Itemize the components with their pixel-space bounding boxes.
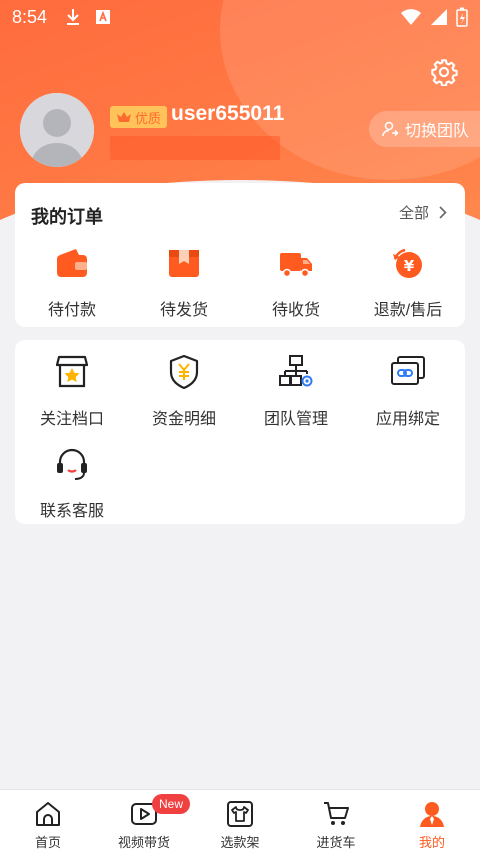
status-time: 8:54 xyxy=(12,6,48,27)
order-pending-payment-label: 待付款 xyxy=(47,302,96,319)
order-refund-aftersale[interactable]: ¥ 退款/售后 xyxy=(353,245,463,320)
app-notification-icon xyxy=(96,10,111,24)
wallet-icon xyxy=(57,249,87,277)
wifi-icon xyxy=(401,9,421,25)
tool-team-management[interactable]: 团队管理 xyxy=(241,354,351,429)
crown-icon xyxy=(117,112,131,122)
tab-mine[interactable]: 我的 xyxy=(384,790,480,853)
tab-selection-shelf-label: 选款架 xyxy=(220,835,260,850)
default-avatar-icon xyxy=(20,93,94,167)
tool-fund-details-label: 资金明细 xyxy=(151,411,216,428)
orders-title: 我的订单 xyxy=(31,207,103,227)
order-pending-shipment-label: 待发货 xyxy=(159,302,208,319)
tab-selection-shelf[interactable]: 选款架 xyxy=(192,790,288,853)
tool-app-binding[interactable]: 应用绑定 xyxy=(353,354,463,429)
tool-followed-stalls[interactable]: 关注档口 xyxy=(17,354,127,429)
signal-icon xyxy=(431,9,447,25)
switch-team-label: 切换团队 xyxy=(405,123,470,140)
tool-followed-stalls-label: 关注档口 xyxy=(39,411,104,428)
tool-team-management-label: 团队管理 xyxy=(263,411,328,428)
org-chart-icon xyxy=(279,355,313,387)
order-pending-shipment[interactable]: 待发货 xyxy=(129,245,239,320)
order-pending-receipt-label: 待收货 xyxy=(271,302,320,319)
store-star-icon xyxy=(55,355,89,388)
new-badge: New xyxy=(152,794,191,814)
tool-app-binding-label: 应用绑定 xyxy=(375,411,440,428)
tab-home[interactable]: 首页 xyxy=(0,790,96,853)
shield-yen-icon xyxy=(169,354,199,390)
link-icon xyxy=(391,356,425,385)
package-icon xyxy=(169,250,199,277)
tab-mine-label: 我的 xyxy=(418,835,445,850)
tool-customer-service[interactable]: 联系客服 xyxy=(17,446,127,521)
home-icon xyxy=(36,802,60,826)
status-bar: 8:54 xyxy=(0,0,480,34)
tab-home-label: 首页 xyxy=(34,835,61,850)
truck-icon xyxy=(280,253,312,278)
shirt-icon xyxy=(227,801,253,827)
tools-card: 关注档口 资金明细 团队管理 应用绑定 联系客服 xyxy=(15,340,465,524)
tab-video-selling[interactable]: 视频带货 New xyxy=(96,790,192,853)
order-pending-receipt[interactable]: 待收货 xyxy=(241,245,351,320)
order-pending-payment[interactable]: 待付款 xyxy=(17,245,127,320)
tab-video-selling-label: 视频带货 xyxy=(117,835,170,850)
tool-fund-details[interactable]: 资金明细 xyxy=(129,354,239,429)
redacted-info xyxy=(110,136,280,160)
svg-text:¥: ¥ xyxy=(404,257,415,275)
my-orders-card: 我的订单 全部 待付款 待发货 待收货 ¥ 退款/售后 xyxy=(15,183,465,327)
download-icon xyxy=(67,9,80,25)
cart-icon xyxy=(324,802,349,825)
tab-purchase-cart[interactable]: 进货车 xyxy=(288,790,384,853)
battery-icon xyxy=(456,7,468,27)
quality-badge: 优质 xyxy=(110,106,168,128)
tool-customer-service-label: 联系客服 xyxy=(39,503,104,520)
settings-gear-icon[interactable] xyxy=(430,58,458,86)
avatar[interactable] xyxy=(20,93,94,167)
orders-all-label: 全部 xyxy=(398,205,429,222)
user-icon xyxy=(420,802,444,827)
order-refund-aftersale-label: 退款/售后 xyxy=(373,302,443,319)
bottom-tab-bar: 首页 视频带货 New 选款架 进货车 我的 xyxy=(0,789,480,853)
quality-badge-label: 优质 xyxy=(135,110,162,126)
headset-icon xyxy=(57,448,87,480)
username: user655011 xyxy=(171,102,285,125)
refund-icon: ¥ xyxy=(393,248,422,278)
orders-all-link[interactable]: 全部 xyxy=(399,202,447,223)
user-switch-icon xyxy=(382,121,399,137)
chevron-right-icon xyxy=(439,206,447,219)
tab-purchase-cart-label: 进货车 xyxy=(316,835,356,850)
switch-team-button[interactable]: 切换团队 xyxy=(369,111,480,147)
